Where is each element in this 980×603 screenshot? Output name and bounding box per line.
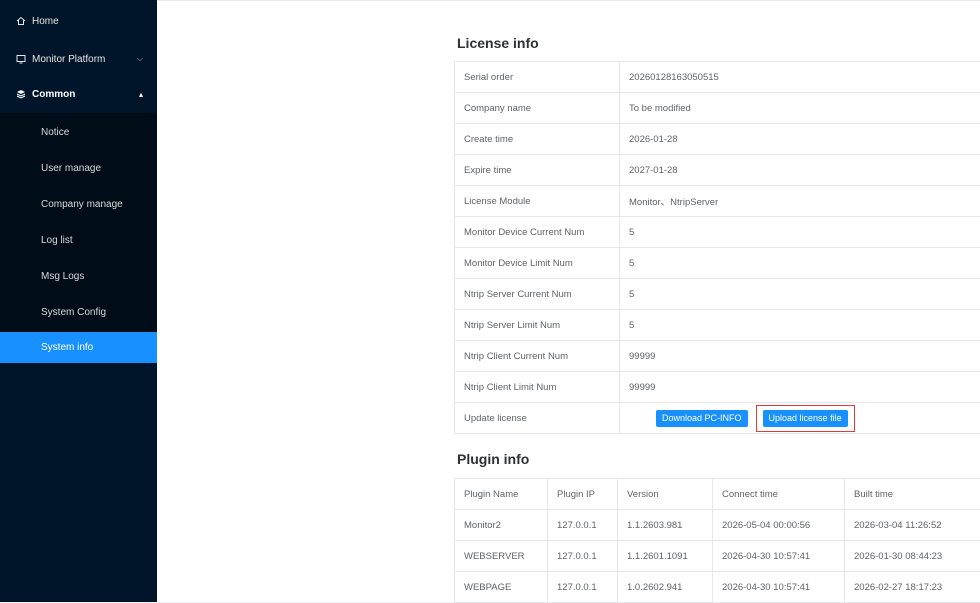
table-row: Ntrip Client Current Num99999 [455,341,980,372]
sidebar-item-label: Notice [41,127,69,138]
license-field-value: To be modified [620,93,980,124]
license-field-label: Update license [455,403,620,434]
table-row: WEBPAGE127.0.0.11.0.2602.9412026-04-30 1… [455,572,980,603]
table-cell: 127.0.0.1 [548,541,618,572]
table-row: Company nameTo be modified [455,93,980,124]
license-field-value: 20260128163050515 [620,62,980,93]
monitor-icon [16,54,26,64]
submenu: Notice User manage Company manage Log li… [0,113,157,363]
sidebar-item-label: Common [32,89,75,100]
plugin-info-table: Plugin NamePlugin IPVersionConnect timeB… [454,478,980,603]
license-field-label: Ntrip Client Current Num [455,341,620,372]
table-cell: 2026-05-04 00:00:56 [713,510,845,541]
table-row: Monitor Device Limit Num5 [455,248,980,279]
sidebar-item-label: Log list [41,235,73,246]
table-cell: 1.0.2602.941 [618,572,713,603]
license-field-value: 2026-01-28 [620,124,980,155]
table-row: Ntrip Server Current Num5 [455,279,980,310]
update-license-actions: Download PC-INFO Upload license file [620,403,980,434]
table-row: Serial order20260128163050515 [455,62,980,93]
license-field-value: 2027-01-28 [620,155,980,186]
plugin-info-title: Plugin info [457,451,529,467]
sidebar-item-label: System Config [41,307,106,318]
table-cell: 2026-02-27 18:17:23 [845,572,980,603]
table-cell: 127.0.0.1 [548,572,618,603]
column-header: Plugin Name [455,479,548,510]
table-row: Monitor Device Current Num5 [455,217,980,248]
sidebar-item-label: Msg Logs [41,271,84,282]
table-header-row: Plugin NamePlugin IPVersionConnect timeB… [455,479,980,510]
column-header: Connect time [713,479,845,510]
table-cell: WEBSERVER [455,541,548,572]
license-field-label: Monitor Device Current Num [455,217,620,248]
table-cell: Monitor2 [455,510,548,541]
sidebar-item-notice[interactable]: Notice [0,115,157,149]
sidebar-item-label: User manage [41,163,101,174]
table-row: Expire time2027-01-28 [455,155,980,186]
table-cell: 2026-04-30 10:57:41 [713,572,845,603]
license-field-label: Monitor Device Limit Num [455,248,620,279]
table-row: License ModuleMonitor、NtripServer [455,186,980,217]
table-cell: 127.0.0.1 [548,510,618,541]
sidebar-item-home[interactable]: Home [0,8,157,34]
sidebar-item-label: Home [32,16,59,27]
sidebar: Home Monitor Platform ⌵ Common ▴ Notice … [0,0,157,602]
license-field-value: 99999 [620,341,980,372]
license-field-label: Ntrip Server Limit Num [455,310,620,341]
column-header: Version [618,479,713,510]
sidebar-item-system-config[interactable]: System Config [0,295,157,329]
sidebar-item-msg-logs[interactable]: Msg Logs [0,259,157,293]
column-header: Plugin IP [548,479,618,510]
download-pc-info-button[interactable]: Download PC-INFO [656,410,748,427]
sidebar-item-monitor-platform[interactable]: Monitor Platform ⌵ [0,46,157,72]
upload-license-file-button[interactable]: Upload license file [763,410,848,427]
sidebar-item-log-list[interactable]: Log list [0,223,157,257]
license-info-table: Serial order20260128163050515Company nam… [454,61,980,434]
sidebar-item-user-manage[interactable]: User manage [0,151,157,185]
license-field-value: 5 [620,310,980,341]
license-field-value: 99999 [620,372,980,403]
layers-icon [16,89,26,99]
table-row: Ntrip Server Limit Num5 [455,310,980,341]
license-field-label: Company name [455,93,620,124]
home-icon [16,16,26,26]
column-header: Built time [845,479,980,510]
sidebar-item-label: Monitor Platform [32,54,105,65]
table-cell: 2026-03-04 11:26:52 [845,510,980,541]
license-field-value: 5 [620,279,980,310]
table-row: Monitor2127.0.0.11.1.2603.9812026-05-04 … [455,510,980,541]
sidebar-item-common[interactable]: Common ▴ [0,81,157,107]
license-info-title: License info [457,35,539,51]
license-field-value: 5 [620,248,980,279]
table-cell: 1.1.2603.981 [618,510,713,541]
table-cell: 1.1.2601.1091 [618,541,713,572]
license-field-value: 5 [620,217,980,248]
table-cell: 2026-01-30 08:44:23 [845,541,980,572]
table-row: WEBSERVER127.0.0.11.1.2601.10912026-04-3… [455,541,980,572]
sidebar-item-label: System info [41,342,93,353]
highlight-box: Upload license file [756,405,855,432]
chevron-up-icon: ▴ [139,90,143,99]
license-field-label: Expire time [455,155,620,186]
license-field-label: Create time [455,124,620,155]
table-cell: 2026-04-30 10:57:41 [713,541,845,572]
license-field-value: Monitor、NtripServer [620,186,980,217]
license-field-label: Ntrip Server Current Num [455,279,620,310]
license-field-label: Ntrip Client Limit Num [455,372,620,403]
license-field-label: License Module [455,186,620,217]
sidebar-item-label: Company manage [41,199,123,210]
table-row: Update license Download PC-INFO Upload lic… [455,403,980,434]
sidebar-item-system-info[interactable]: System info [0,332,157,363]
chevron-down-icon: ⌵ [137,54,143,64]
table-row: Ntrip Client Limit Num99999 [455,372,980,403]
sidebar-item-company-manage[interactable]: Company manage [0,187,157,221]
license-field-label: Serial order [455,62,620,93]
table-row: Create time2026-01-28 [455,124,980,155]
table-cell: WEBPAGE [455,572,548,603]
